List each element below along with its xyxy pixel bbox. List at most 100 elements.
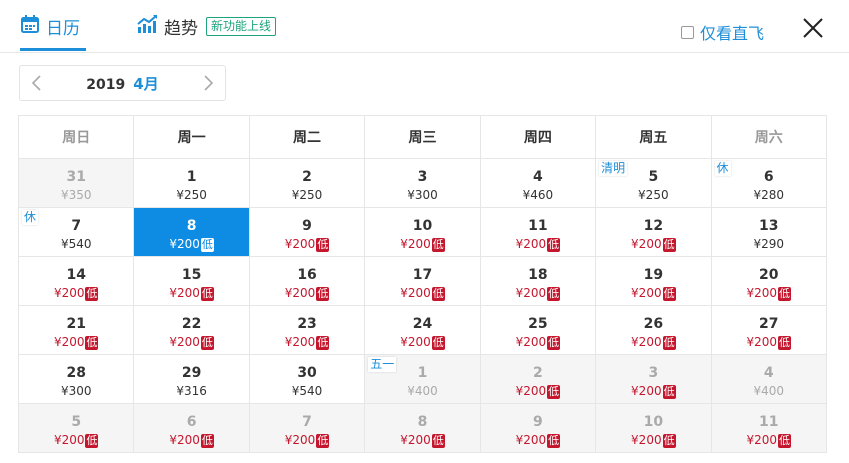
lowest-price-badge: 低 [316,238,330,252]
calendar-day-cell[interactable]: 28 ¥300 [17,354,135,404]
calendar-day-cell[interactable]: 4 ¥460 [479,158,597,208]
day-price-line: ¥200 低 [712,285,826,301]
close-icon[interactable] [802,17,824,39]
calendar-day-cell[interactable]: 24 ¥200 低 [364,305,481,355]
calendar-day-cell[interactable]: 31 ¥350 [17,158,135,208]
day-price-line: ¥200 低 [712,432,826,448]
day-number: 12 [643,218,664,234]
weekday-header: 周六 [710,115,828,159]
year-label: 2019 [86,77,126,93]
day-price: ¥200 [284,433,316,447]
calendar-day-cell[interactable]: 五一 1 ¥400 [364,354,481,404]
day-price-line: ¥200 低 [481,383,595,399]
calendar-day-cell[interactable]: 休 6 ¥280 [710,158,828,208]
day-number: 9 [533,414,543,430]
day-price-line: ¥200 低 [596,383,710,399]
day-price: ¥200 [515,237,547,251]
day-price-line: ¥400 [712,383,826,399]
day-number: 20 [759,267,779,283]
calendar-day-cell[interactable]: 17 ¥200 低 [364,256,481,306]
calendar-day-cell[interactable]: 3 ¥300 [364,158,481,208]
calendar-day-cell[interactable]: 清明 5 ¥250 [595,158,712,208]
calendar-day-cell[interactable]: 8 ¥200 低 [133,207,250,257]
calendar-day-cell[interactable]: 休 7 ¥540 [17,207,135,257]
calendar-day-cell[interactable]: 13 ¥290 [710,207,828,257]
calendar-day-cell[interactable]: 5 ¥200 低 [17,403,135,453]
day-number: 26 [643,316,664,332]
day-number: 28 [66,365,86,381]
day-number: 2 [533,365,543,381]
direct-only-checkbox[interactable] [681,25,694,39]
calendar-day-cell[interactable]: 11 ¥200 低 [710,403,828,453]
day-price: ¥200 [515,433,547,447]
calendar-day-cell[interactable]: 7 ¥200 低 [248,403,366,453]
calendar-day-cell[interactable]: 21 ¥200 低 [17,305,135,355]
lowest-price-badge: 低 [431,238,445,252]
lowest-price-badge: 低 [778,336,792,350]
calendar-day-cell[interactable]: 14 ¥200 低 [17,256,135,306]
calendar-day-cell[interactable]: 27 ¥200 低 [710,305,828,355]
calendar-day-cell[interactable]: 9 ¥200 低 [248,207,366,257]
day-price: ¥200 [284,286,316,300]
day-price-line: ¥200 低 [365,432,479,448]
day-price-line: ¥200 低 [596,432,710,448]
calendar-body: 31 ¥350 1 ¥250 2 ¥250 3 ¥300 4 ¥460 清明 5 ¥250 休 6 ¥280 休… [17,158,828,453]
calendar-day-cell[interactable]: 3 ¥200 低 [595,354,712,404]
new-feature-badge: 新功能上线 [206,16,277,36]
calendar-day-cell[interactable]: 23 ¥200 低 [248,305,366,355]
day-price: ¥200 [515,286,547,300]
weekday-header: 周三 [364,115,481,159]
calendar-day-cell[interactable]: 30 ¥540 [248,354,366,404]
calendar-day-cell[interactable]: 6 ¥200 低 [133,403,250,453]
direct-only-toggle[interactable]: 仅看直飞 [681,20,764,44]
current-month: 2019 4月 [20,73,225,94]
day-price: ¥350 [60,188,92,202]
calendar-day-cell[interactable]: 1 ¥250 [133,158,250,208]
calendar-day-cell[interactable]: 12 ¥200 低 [595,207,712,257]
day-number: 29 [181,365,202,381]
day-price: ¥200 [631,433,662,447]
calendar-day-cell[interactable]: 4 ¥400 [710,354,828,404]
calendar-day-cell[interactable]: 20 ¥200 低 [710,256,828,306]
lowest-price-badge: 低 [316,434,330,448]
tab-calendar[interactable]: 日历 [20,14,80,39]
lowest-price-badge: 低 [85,336,99,350]
active-tab-indicator [20,48,86,51]
calendar-day-cell[interactable]: 25 ¥200 低 [479,305,597,355]
day-price-line: ¥200 低 [134,236,248,252]
calendar-day-cell[interactable]: 15 ¥200 低 [133,256,250,306]
tab-trend[interactable]: 趋势 新功能上线 [136,14,277,39]
calendar-day-cell[interactable]: 2 ¥200 低 [479,354,597,404]
holiday-tag: 清明 [599,161,628,176]
day-number: 18 [528,267,548,283]
trend-chart-icon [136,14,158,38]
calendar-day-cell[interactable]: 2 ¥250 [248,158,366,208]
lowest-price-badge: 低 [662,238,676,252]
day-price-line: ¥200 低 [481,236,595,252]
calendar-day-cell[interactable]: 10 ¥200 低 [364,207,481,257]
chevron-right-icon[interactable] [199,74,217,92]
lowest-price-badge: 低 [431,434,445,448]
day-price: ¥200 [746,433,778,447]
calendar-week-row: 休 7 ¥540 8 ¥200 低 9 ¥200 低 10 ¥200 低 11 ¥200 低 12 ¥200 低 1… [17,207,828,257]
day-price-line: ¥200 低 [134,432,248,448]
calendar-day-cell[interactable]: 9 ¥200 低 [479,403,597,453]
day-price-line: ¥250 [134,187,248,203]
calendar-day-cell[interactable]: 18 ¥200 低 [479,256,597,306]
day-price-line: ¥316 [134,383,248,399]
calendar-day-cell[interactable]: 8 ¥200 低 [364,403,481,453]
calendar-day-cell[interactable]: 29 ¥316 [133,354,250,404]
lowest-price-badge: 低 [85,287,99,301]
calendar-day-cell[interactable]: 10 ¥200 低 [595,403,712,453]
calendar-day-cell[interactable]: 16 ¥200 低 [248,256,366,306]
weekday-header: 周日 [17,115,135,159]
lowest-price-badge: 低 [662,336,676,350]
day-price: ¥200 [631,237,662,251]
calendar-day-cell[interactable]: 22 ¥200 低 [133,305,250,355]
calendar-day-cell[interactable]: 26 ¥200 低 [595,305,712,355]
day-number: 10 [643,414,664,430]
calendar-day-cell[interactable]: 19 ¥200 低 [595,256,712,306]
calendar-day-cell[interactable]: 11 ¥200 低 [479,207,597,257]
header-bar: 日历 趋势 新功能上线 仅看直飞 [0,0,849,53]
day-number: 13 [759,218,779,234]
